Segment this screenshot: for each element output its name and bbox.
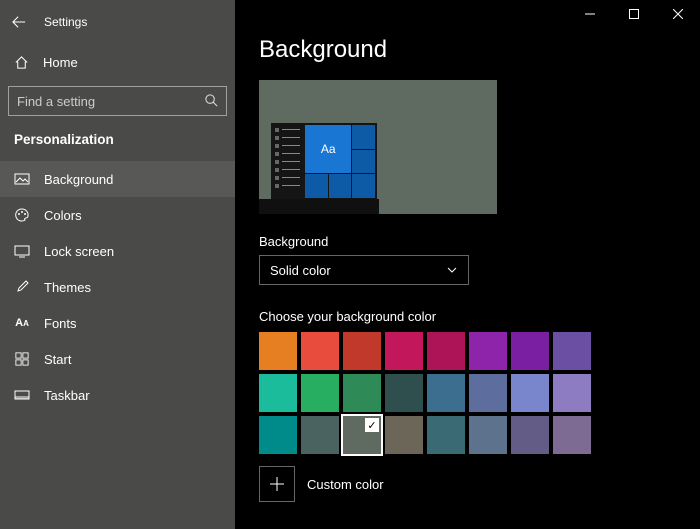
color-swatch[interactable]: ✓ [343, 416, 381, 454]
color-swatch[interactable] [469, 416, 507, 454]
background-type-dropdown[interactable]: Solid color [259, 255, 469, 285]
sidebar-item-label: Start [44, 352, 71, 367]
custom-color-row: Custom color [259, 466, 676, 502]
background-field-label: Background [259, 234, 676, 249]
dropdown-value: Solid color [270, 263, 331, 278]
color-swatch[interactable] [427, 374, 465, 412]
color-swatch[interactable] [469, 374, 507, 412]
font-icon: AA [14, 315, 30, 331]
sidebar-item-colors[interactable]: Colors [0, 197, 235, 233]
palette-icon [14, 207, 30, 223]
window-controls [568, 0, 700, 28]
search-input[interactable] [8, 86, 227, 116]
sidebar-item-label: Themes [44, 280, 91, 295]
sidebar: Settings Home Personalization Background… [0, 0, 235, 529]
monitor-icon [14, 243, 30, 259]
checkmark-icon: ✓ [365, 418, 379, 432]
color-swatch[interactable] [259, 332, 297, 370]
sidebar-item-label: Taskbar [44, 388, 90, 403]
sidebar-item-label: Background [44, 172, 113, 187]
home-icon [14, 55, 29, 70]
color-swatch[interactable] [301, 332, 339, 370]
custom-color-label: Custom color [307, 477, 384, 492]
home-button[interactable]: Home [0, 44, 235, 80]
grid-icon [14, 351, 30, 367]
color-swatch[interactable] [301, 416, 339, 454]
color-swatch[interactable] [427, 416, 465, 454]
color-swatch[interactable] [511, 332, 549, 370]
minimize-button[interactable] [568, 0, 612, 28]
color-swatch[interactable] [511, 374, 549, 412]
brush-icon [14, 279, 30, 295]
taskbar-icon [14, 387, 30, 403]
color-swatch[interactable] [343, 332, 381, 370]
choose-color-label: Choose your background color [259, 309, 676, 324]
preview-start-menu: Aa [271, 123, 377, 199]
color-swatch[interactable] [343, 374, 381, 412]
sidebar-header: Settings [0, 6, 235, 38]
back-icon[interactable] [12, 15, 26, 29]
sidebar-item-background[interactable]: Background [0, 161, 235, 197]
sidebar-nav: Background Colors Lock screen Themes AA … [0, 161, 235, 413]
color-swatch[interactable] [427, 332, 465, 370]
sidebar-item-label: Fonts [44, 316, 77, 331]
chevron-down-icon [446, 264, 458, 276]
color-swatch[interactable] [259, 416, 297, 454]
sidebar-item-label: Colors [44, 208, 82, 223]
color-swatch[interactable] [553, 374, 591, 412]
sidebar-item-fonts[interactable]: AA Fonts [0, 305, 235, 341]
color-swatch[interactable] [553, 332, 591, 370]
color-swatch[interactable] [469, 332, 507, 370]
custom-color-button[interactable] [259, 466, 295, 502]
sidebar-item-start[interactable]: Start [0, 341, 235, 377]
picture-icon [14, 171, 30, 187]
home-label: Home [43, 55, 78, 70]
category-label: Personalization [0, 116, 235, 155]
background-preview: Aa [259, 80, 497, 214]
color-swatch[interactable] [511, 416, 549, 454]
maximize-button[interactable] [612, 0, 656, 28]
close-button[interactable] [656, 0, 700, 28]
sidebar-item-themes[interactable]: Themes [0, 269, 235, 305]
preview-taskbar [259, 199, 379, 214]
color-swatch[interactable] [259, 374, 297, 412]
main-content: Background Aa Background Solid color Cho… [235, 0, 700, 529]
sidebar-item-label: Lock screen [44, 244, 114, 259]
color-swatch[interactable] [385, 374, 423, 412]
color-swatches: ✓ [259, 332, 676, 454]
sidebar-item-lockscreen[interactable]: Lock screen [0, 233, 235, 269]
color-swatch[interactable] [385, 416, 423, 454]
plus-icon [270, 477, 284, 491]
color-swatch[interactable] [553, 416, 591, 454]
sidebar-item-taskbar[interactable]: Taskbar [0, 377, 235, 413]
window-title: Settings [44, 15, 87, 29]
preview-sample-tile: Aa [305, 125, 351, 173]
color-swatch[interactable] [385, 332, 423, 370]
color-swatch[interactable] [301, 374, 339, 412]
page-title: Background [259, 36, 676, 64]
search-container [8, 86, 227, 116]
